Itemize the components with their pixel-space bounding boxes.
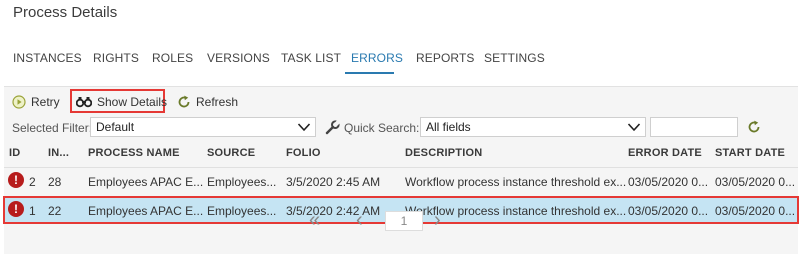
chevron-down-icon xyxy=(627,123,641,132)
quick-search-value: All fields xyxy=(426,120,471,134)
retry-button[interactable]: Retry xyxy=(12,92,60,112)
active-tab-indicator xyxy=(345,72,394,74)
selected-filter-label: Selected Filter: xyxy=(12,121,93,135)
column-header-id[interactable]: ID xyxy=(9,147,20,159)
tab-rights[interactable]: RIGHTS xyxy=(93,51,139,65)
cell-process-name: Employees APAC E... xyxy=(88,175,204,189)
next-page-icon[interactable]: › xyxy=(434,209,441,232)
cell-source: Employees... xyxy=(207,175,277,189)
column-header-process-name[interactable]: PROCESS NAME xyxy=(88,147,180,159)
selected-filter-select[interactable]: Default xyxy=(90,117,316,137)
cell-start-date: 03/05/2020 0... xyxy=(715,175,796,189)
first-page-icon[interactable]: « xyxy=(309,209,320,232)
tab-errors[interactable]: ERRORS xyxy=(351,51,403,65)
cell-id: 2 xyxy=(29,175,36,189)
page-title: Process Details xyxy=(13,4,118,21)
pagination: « ‹ 1 › xyxy=(4,199,798,239)
tab-settings[interactable]: SETTINGS xyxy=(484,51,545,65)
show-details-label: Show Details xyxy=(97,95,168,109)
quick-search-input[interactable] xyxy=(650,117,738,137)
refresh-button[interactable]: Refresh xyxy=(177,92,238,112)
chevron-down-icon xyxy=(297,123,311,132)
binoculars-icon xyxy=(76,97,92,108)
column-header-folio[interactable]: FOLIO xyxy=(286,147,321,159)
search-refresh-icon[interactable] xyxy=(747,120,761,134)
column-header-start-date[interactable]: START DATE xyxy=(715,147,785,159)
tab-roles[interactable]: ROLES xyxy=(152,51,193,65)
cell-error-date: 03/05/2020 0... xyxy=(628,175,709,189)
play-circle-icon xyxy=(12,95,26,109)
tab-instances[interactable]: INSTANCES xyxy=(13,51,82,65)
errors-panel: Retry Show Details Refresh Selected Filt… xyxy=(3,86,799,254)
wrench-icon xyxy=(325,120,340,135)
quick-search-label: Quick Search: xyxy=(344,121,420,135)
column-header-instance[interactable]: IN... xyxy=(48,147,69,159)
show-details-button[interactable]: Show Details xyxy=(76,92,167,112)
cell-description: Workflow process instance threshold ex..… xyxy=(405,175,627,189)
table-row[interactable]: ! 2 28 Employees APAC E... Employees... … xyxy=(4,167,798,193)
column-header-description[interactable]: DESCRIPTION xyxy=(405,147,482,159)
refresh-icon xyxy=(178,95,190,108)
exclamation-circle-icon: ! xyxy=(8,172,24,188)
retry-label: Retry xyxy=(31,95,60,109)
tab-reports[interactable]: REPORTS xyxy=(416,51,475,65)
previous-page-icon[interactable]: ‹ xyxy=(356,209,363,232)
tab-versions[interactable]: VERSIONS xyxy=(207,51,270,65)
cell-folio: 3/5/2020 2:45 AM xyxy=(286,175,381,189)
refresh-label: Refresh xyxy=(196,95,239,109)
column-header-source[interactable]: SOURCE xyxy=(207,147,255,159)
cell-instance: 28 xyxy=(48,175,62,189)
page-number-input[interactable]: 1 xyxy=(385,211,423,231)
tab-bar: INSTANCES RIGHTS ROLES VERSIONS TASK LIS… xyxy=(0,44,800,74)
quick-search-select[interactable]: All fields xyxy=(420,117,646,137)
selected-filter-value: Default xyxy=(96,120,135,134)
column-header-error-date[interactable]: ERROR DATE xyxy=(628,147,702,159)
tab-task-list[interactable]: TASK LIST xyxy=(281,51,341,65)
